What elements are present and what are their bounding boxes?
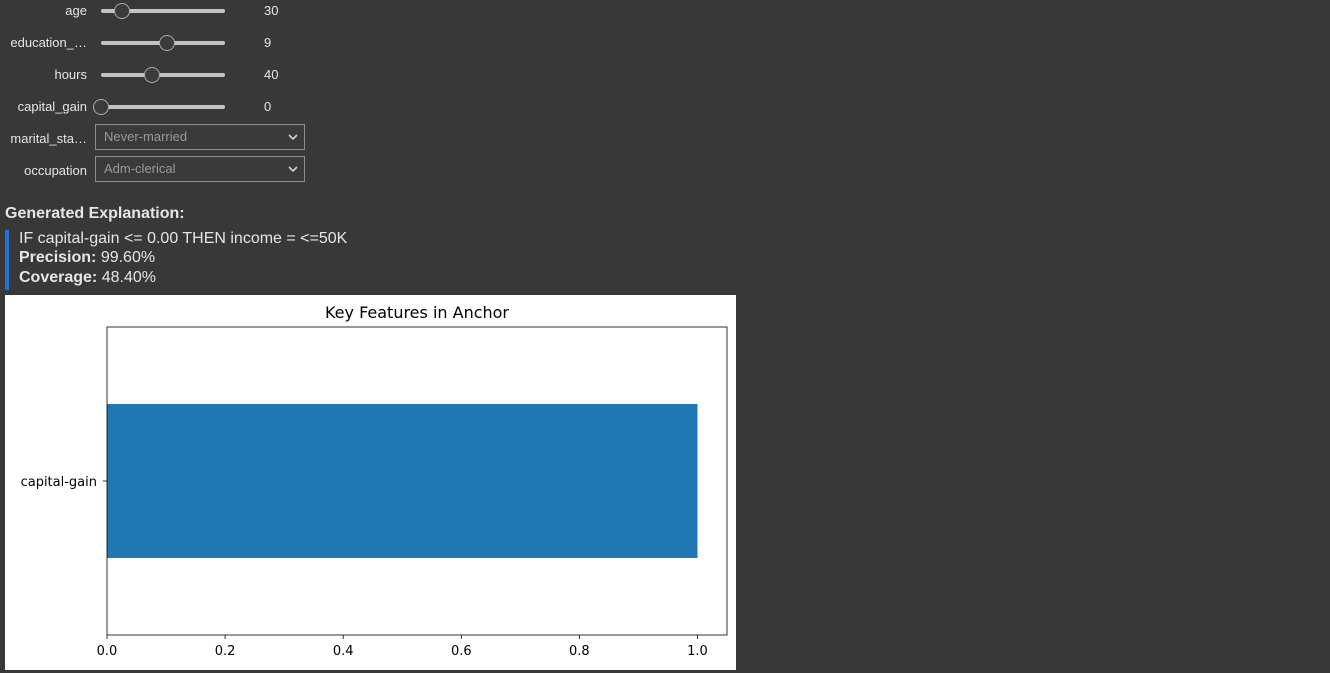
bar [107, 404, 698, 558]
x-tick-label: 0.2 [215, 644, 236, 659]
coverage-label: Coverage: [19, 269, 98, 286]
slider-value: 30 [264, 3, 279, 18]
education-slider-handle[interactable] [159, 35, 176, 51]
age-slider-handle[interactable] [113, 3, 130, 19]
precision-value: 99.60% [100, 249, 156, 266]
anchor-rule: IF capital-gain <= 0.00 THEN income = <=… [19, 230, 348, 247]
slider-label: age [65, 3, 87, 18]
slider-value: 9 [264, 35, 272, 50]
occupation-dropdown[interactable]: Adm-clerical [95, 156, 305, 182]
dropdown-selected-value: Adm-clerical [104, 161, 176, 176]
dropdown-selected-value: Never-married [104, 129, 188, 144]
coverage-value: 48.40% [101, 269, 156, 286]
anchor-features-chart: Key Features in Anchor capital-gain 0.0 0.2… [5, 295, 736, 670]
chart-canvas: Key Features in Anchor capital-gain 0.0 0.2… [21, 303, 728, 659]
x-tick-label: 0.0 [97, 644, 118, 659]
y-tick-label: capital-gain [21, 475, 97, 490]
chevron-down-icon [288, 166, 298, 173]
dropdown-label: marital_sta… [10, 131, 87, 146]
coverage-line: Coverage: 48.40% [19, 269, 156, 287]
slider-value: 0 [264, 99, 272, 114]
explanation-heading: Generated Explanation: [5, 205, 185, 222]
slider-label: capital_gain [17, 99, 87, 114]
precision-label: Precision: [19, 249, 97, 266]
age-slider-track[interactable] [101, 3, 225, 19]
precision-line: Precision: 99.60% [19, 249, 155, 267]
x-tick-label: 0.6 [451, 644, 472, 659]
chart-title: Key Features in Anchor [325, 303, 509, 322]
dropdown-label: occupation [24, 163, 87, 178]
capital-gain-slider-handle[interactable] [93, 99, 109, 115]
education-slider-track[interactable] [101, 35, 225, 51]
slider-label: education_… [10, 35, 87, 50]
explanation-box: IF capital-gain <= 0.00 THEN income = <=… [5, 230, 409, 290]
marital-status-dropdown[interactable]: Never-married [95, 124, 305, 150]
chevron-down-icon [288, 134, 298, 141]
x-tick-label: 0.8 [569, 644, 590, 659]
hours-slider-handle[interactable] [143, 67, 160, 83]
hours-slider-track[interactable] [101, 67, 225, 83]
capital-gain-slider-track[interactable] [93, 99, 225, 115]
x-tick-label: 0.4 [333, 644, 354, 659]
slider-value: 40 [264, 67, 279, 82]
x-tick-label: 1.0 [687, 644, 708, 659]
slider-label: hours [54, 67, 87, 82]
